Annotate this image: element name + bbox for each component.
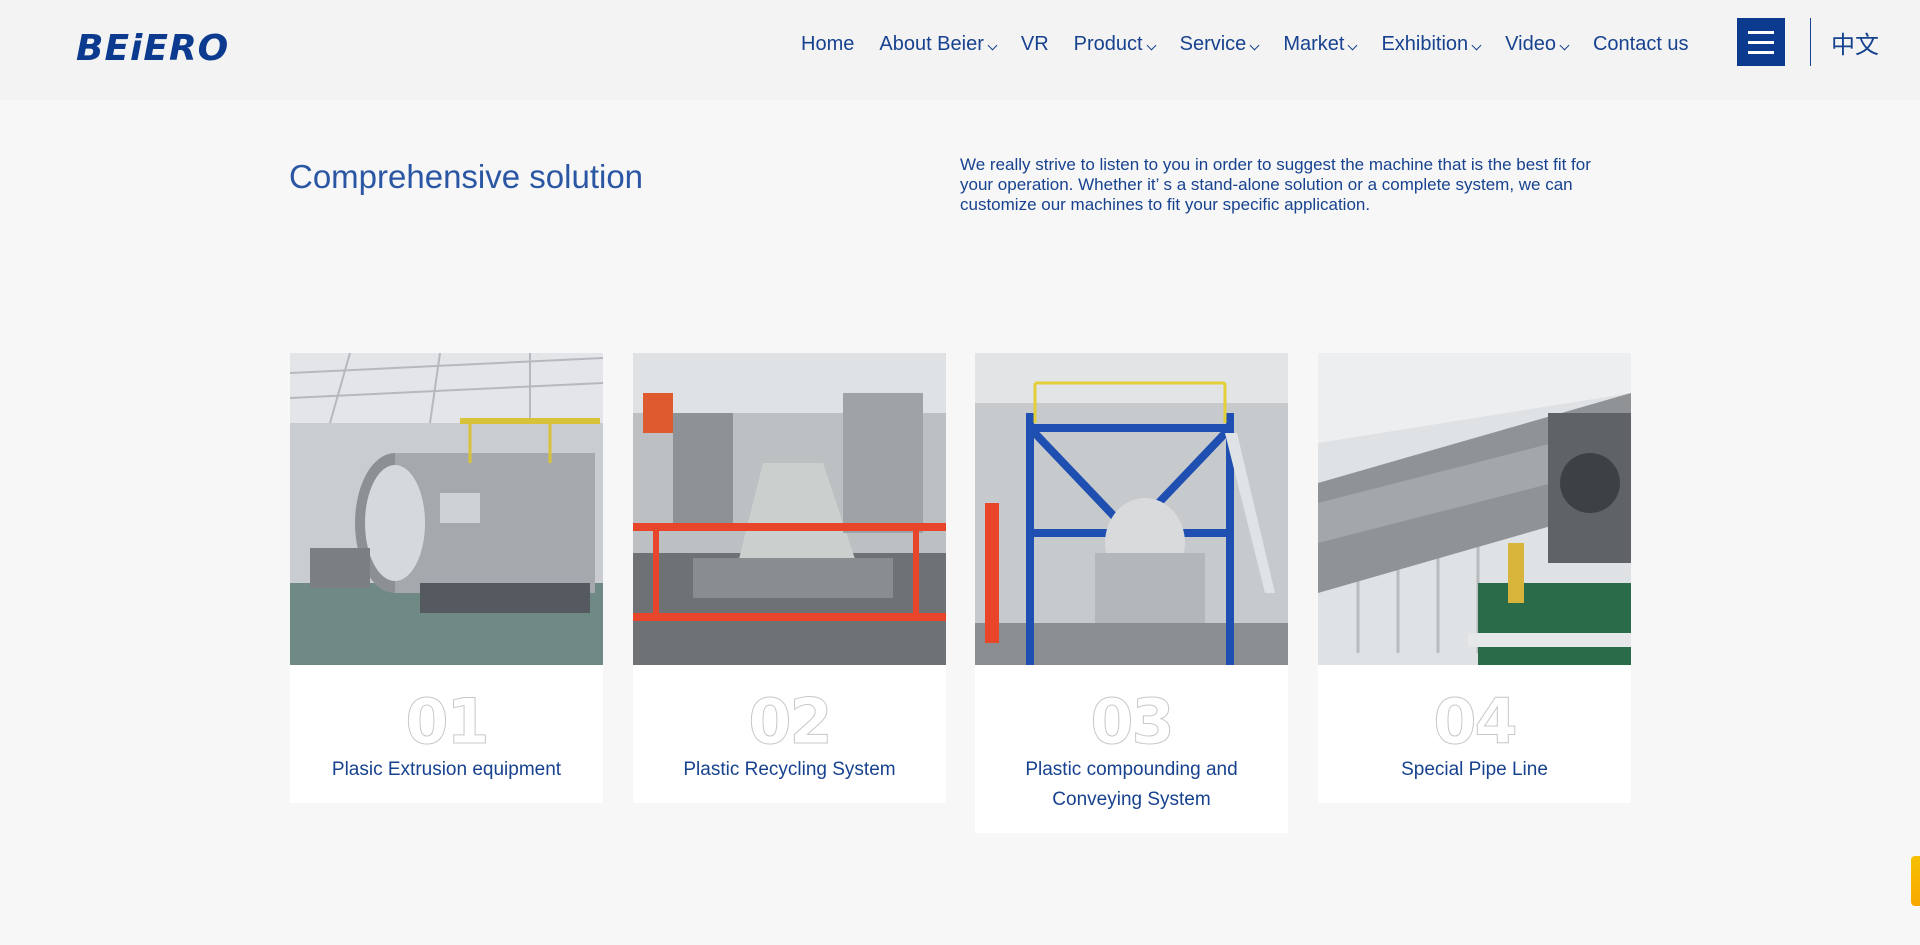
nav-contact-us[interactable]: Contact us [1593,33,1689,56]
chevron-down-icon [1146,40,1157,50]
site-header: BEiERO Home About Beier VR Product Servi… [0,0,1920,100]
chevron-down-icon [1471,40,1482,50]
card-number: 02 [748,685,833,758]
nav-exhibition[interactable]: Exhibition [1381,32,1482,56]
nav-service[interactable]: Service [1179,32,1260,56]
card-title: Plastic Recycling System [683,759,896,780]
card-title: Plasic Extrusion equipment [331,759,562,780]
hamburger-icon[interactable] [1737,18,1785,66]
solution-card-compounding[interactable]: 03 Plastic compounding and Conveying Sys… [975,353,1288,833]
solution-card-extrusion[interactable]: 01 Plasic Extrusion equipment [290,353,603,803]
extrusion-machine-photo [290,353,603,665]
back-to-top-tab[interactable] [1911,856,1920,906]
section-title: Comprehensive solution [289,158,644,195]
chevron-down-icon [1559,40,1570,50]
nav-product[interactable]: Product [1073,32,1157,56]
main-nav: Home About Beier VR Product Service Mark… [801,28,1714,60]
nav-market[interactable]: Market [1283,32,1358,56]
card-body: 02 Plastic Recycling System [633,665,946,803]
card-body: 04 Special Pipe Line [1318,665,1631,803]
nav-vr[interactable]: VR [1021,33,1049,56]
header-divider [1810,18,1811,66]
nav-label: Product [1073,32,1143,55]
nav-home[interactable]: Home [801,33,854,56]
chevron-down-icon [1249,40,1260,50]
recycling-line-photo [633,353,946,665]
nav-label: Video [1505,32,1556,55]
pipe-line-photo [1318,353,1631,665]
menu-bar [1748,50,1774,54]
solution-card-recycling[interactable]: 02 Plastic Recycling System [633,353,946,803]
menu-bar [1748,30,1774,34]
nav-label: Home [801,32,855,55]
section-description: We really strive to listen to you in ord… [960,155,1591,214]
solution-card-pipe-line[interactable]: 04 Special Pipe Line [1318,353,1631,803]
card-number: 04 [1433,685,1518,758]
card-title: Special Pipe Line [1401,759,1548,780]
language-switch[interactable]: 中文 [1831,25,1879,60]
nav-label: Contact us [1592,32,1689,55]
card-body: 03 Plastic compounding and Conveying Sys… [975,665,1288,833]
nav-label: Service [1179,32,1247,55]
logo-text: BEiERO [76,28,230,69]
chevron-down-icon [1347,40,1358,50]
card-body: 01 Plasic Extrusion equipment [290,665,603,803]
chevron-down-icon [987,40,998,50]
nav-label: Exhibition [1381,32,1469,55]
nav-label: Market [1283,32,1345,55]
nav-label: About Beier [879,32,984,55]
card-number: 03 [1090,685,1175,758]
compounding-tower-photo [975,353,1288,665]
logo[interactable]: BEiERO [76,30,229,68]
nav-video[interactable]: Video [1505,32,1570,56]
nav-label: VR [1020,32,1049,55]
nav-about-beier[interactable]: About Beier [879,32,998,56]
card-title: Plastic compounding and Conveying System [1025,759,1238,810]
menu-bar [1748,40,1774,44]
card-number: 01 [405,685,490,758]
